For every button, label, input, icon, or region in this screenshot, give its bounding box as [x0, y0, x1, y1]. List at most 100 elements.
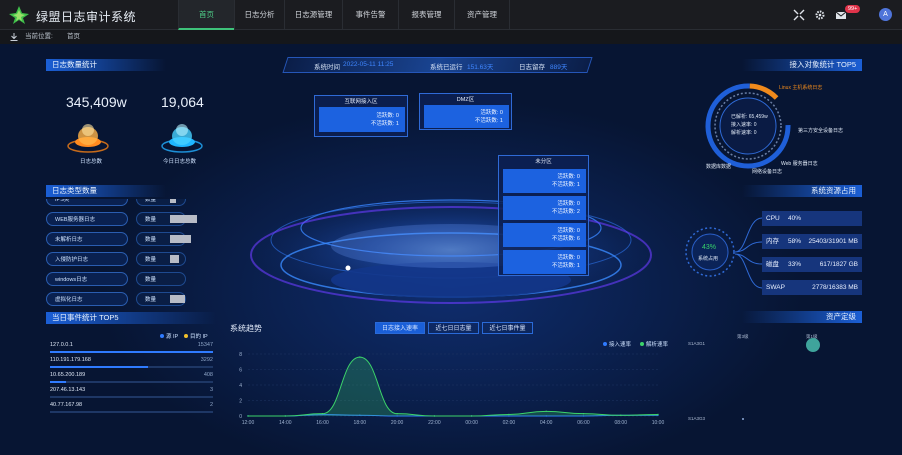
- zone-unassigned-item[interactable]: 活跃数: 0 不活跃数: 6: [503, 223, 586, 247]
- event-row[interactable]: 127.0.0.1 15347: [50, 342, 213, 355]
- resource-name: CPU: [766, 215, 780, 222]
- nav-log-source[interactable]: 日志源管理: [284, 0, 342, 30]
- user-avatar[interactable]: A: [879, 8, 892, 21]
- event-track: [50, 411, 213, 413]
- resource-name: 磁盘: [766, 261, 779, 268]
- event-row[interactable]: 10.65.200.189 408: [50, 372, 213, 385]
- log-type-bar: [170, 295, 185, 303]
- nav-assets[interactable]: 资产管理: [454, 0, 510, 30]
- chart-y-tick: 6: [239, 368, 242, 374]
- chart-x-tick: 10:00: [652, 420, 665, 426]
- zone-dmz[interactable]: DMZ区 活跃数: 0 不活跃数: 1: [419, 93, 512, 130]
- log-type-name: 入侵防护日志: [46, 252, 128, 266]
- log-type-name: 未解析日志: [46, 232, 128, 246]
- breadcrumb-prefix: 当前位置:: [25, 33, 53, 40]
- total-logs-beacon-icon: [67, 124, 109, 153]
- asset-bubble[interactable]: [806, 338, 820, 352]
- log-type-count-label: 数量: [136, 199, 186, 206]
- nav-reports[interactable]: 报表管理: [398, 0, 454, 30]
- log-type-row[interactable]: 入侵防护日志 数量: [46, 252, 216, 266]
- zone-dmz-inactive: 不活跃数: 1: [474, 118, 503, 124]
- event-fill: [50, 351, 213, 353]
- log-type-name: WEB服务器日志: [46, 212, 128, 226]
- log-stats-title: 日志数量统计: [46, 59, 166, 71]
- total-logs-label: 日志总数: [80, 159, 103, 165]
- chart-x-tick: 20:00: [391, 420, 404, 426]
- download-icon[interactable]: [10, 33, 18, 41]
- log-type-count-label: 数量: [136, 272, 186, 286]
- zone-unassigned[interactable]: 未分区 活跃数: 0 不活跃数: 1 活跃数: 0 不活跃数: 2 活跃数: 0 不活跃数…: [498, 155, 589, 276]
- gear-icon[interactable]: [814, 9, 826, 21]
- zone-unassigned-item[interactable]: 活跃数: 0 不活跃数: 1: [503, 250, 586, 274]
- notification-badge: 99+: [845, 5, 861, 13]
- event-ip: 110.191.179.168: [50, 357, 91, 363]
- chart-point: [433, 415, 436, 417]
- access-label-web: Web 服务器日志: [781, 161, 818, 167]
- resource-row: CPU 40%: [762, 211, 862, 226]
- event-row[interactable]: 207.46.13.143 3: [50, 387, 213, 400]
- legend-src-label: 源 IP: [166, 334, 179, 340]
- assets-title: 资产定级: [742, 311, 862, 323]
- chart-x-tick: 08:00: [614, 420, 627, 426]
- log-type-row[interactable]: IPS类 数量: [46, 199, 216, 206]
- access-parse-rate: 解析速率: 0: [731, 130, 757, 136]
- nav-event-alert[interactable]: 事件告警: [342, 0, 398, 30]
- tab-seven-day-logs[interactable]: 近七日日志量: [428, 322, 479, 334]
- resource-detail: 2778/16383 MB: [812, 284, 858, 291]
- app-title: 绿盟日志审计系统: [36, 10, 137, 24]
- chart-point: [657, 413, 659, 416]
- tab-seven-day-events[interactable]: 近七日事件量: [482, 322, 533, 334]
- resource-name: SWAP: [766, 284, 785, 291]
- tab-access-rate[interactable]: 日志接入速率: [375, 322, 425, 334]
- breadcrumb-current[interactable]: 首页: [67, 30, 80, 44]
- zone-unassigned-item[interactable]: 活跃数: 0 不活跃数: 2: [503, 196, 586, 220]
- log-type-row[interactable]: 虚拟化日志 数量: [46, 292, 216, 306]
- zone-item-inactive: 不活跃数: 1: [551, 263, 580, 269]
- resource-pct: 40%: [788, 215, 802, 222]
- event-fill: [50, 381, 66, 383]
- access-rate: 接入速率: 0: [731, 122, 757, 128]
- event-track: [50, 396, 213, 398]
- events-top5-title: 当日事件统计 TOP5: [46, 312, 216, 324]
- zone-unassigned-item[interactable]: 活跃数: 0 不活跃数: 1: [503, 169, 586, 193]
- event-row[interactable]: 110.191.179.168 3292: [50, 357, 213, 370]
- chart-point: [508, 413, 510, 416]
- chart-point: [396, 412, 398, 415]
- access-parsed: 已解析: 65,459w: [731, 114, 768, 120]
- zone-internet[interactable]: 互联网接入区 活跃数: 0 不活跃数: 1: [314, 95, 408, 137]
- uptime-value: 151.63天: [467, 64, 494, 71]
- chart-point: [321, 412, 324, 415]
- zone-item-inactive: 不活跃数: 6: [551, 236, 580, 242]
- log-types-list[interactable]: IPS类 数量 WEB服务器日志 数量 未解析日志 数量 入侵防护日志 数量 windows日志…: [40, 199, 230, 306]
- log-type-bar: [170, 255, 179, 263]
- zone-unassigned-title: 未分区: [535, 159, 552, 165]
- log-type-row[interactable]: WEB服务器日志 数量: [46, 212, 216, 226]
- log-type-row[interactable]: 未解析日志 数量: [46, 232, 216, 246]
- resource-row: 磁盘 33% 617/1827 GB: [762, 257, 862, 272]
- chart-y-tick: 4: [239, 383, 242, 389]
- zone-item-active: 活跃数: 0: [557, 228, 580, 234]
- logo-icon: [9, 6, 29, 24]
- event-ip: 10.65.200.189: [50, 372, 86, 378]
- legend-dst-label: 目的 IP: [190, 334, 208, 340]
- event-row[interactable]: 40.77.167.98 2: [50, 402, 213, 415]
- log-type-row[interactable]: windows日志 数量: [46, 272, 216, 286]
- resource-detail: 617/1827 GB: [819, 261, 858, 268]
- zone-item-active: 活跃数: 0: [557, 201, 580, 207]
- event-fill: [50, 366, 148, 368]
- nav-home[interactable]: 首页: [178, 0, 234, 30]
- zone-dmz-title: DMZ区: [456, 97, 475, 103]
- access-top5-title: 接入对象统计 TOP5: [742, 59, 862, 71]
- resources-title: 系统资源占用: [742, 185, 862, 197]
- nav-log-analysis[interactable]: 日志分析: [234, 0, 284, 30]
- zone-internet-title: 互联网接入区: [344, 99, 378, 105]
- expand-icon[interactable]: [793, 9, 805, 21]
- zone-internet-active: 活跃数: 0: [376, 113, 399, 119]
- zone-item-inactive: 不活跃数: 2: [551, 209, 580, 215]
- top-bar: 绿盟日志审计系统 首页 日志分析 日志源管理 事件告警 报表管理 资产管理 99…: [0, 0, 902, 30]
- resource-detail: 25403/31901 MB: [808, 238, 858, 245]
- today-logs-beacon-icon: [161, 124, 203, 153]
- trend-chart[interactable]: 0246812:00 14:00 16:00 18:00 20:00 22:00 00:00…: [230, 346, 670, 430]
- event-count: 2: [209, 402, 213, 408]
- asset-col-3: 第3级: [737, 334, 749, 339]
